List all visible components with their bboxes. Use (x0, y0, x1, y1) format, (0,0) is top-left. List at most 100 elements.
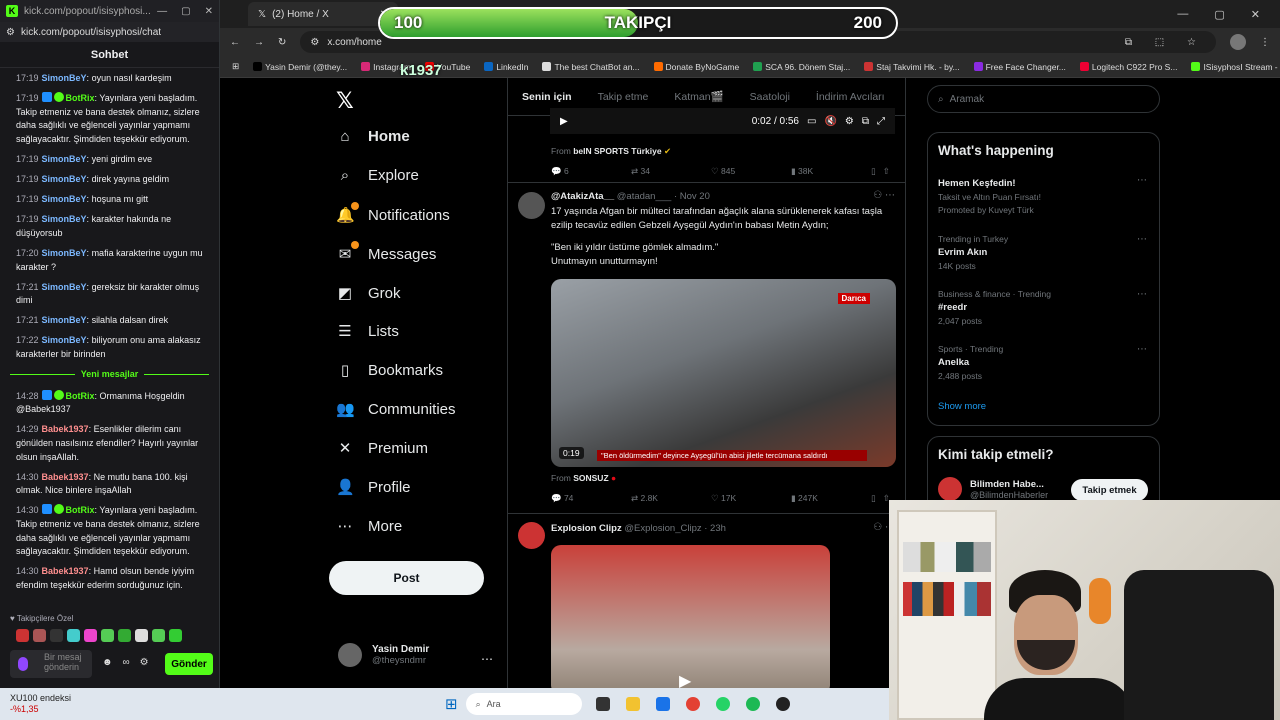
views-icon[interactable]: ▮ 247K (791, 493, 871, 504)
timeline-tab[interactable]: İndirim Avcıları (816, 91, 885, 103)
gear-icon[interactable]: ⚙ (140, 657, 149, 668)
more-dots-icon[interactable]: ⋯ (481, 652, 493, 666)
nav-premium[interactable]: ✕ Premium (336, 439, 428, 458)
store-icon[interactable] (655, 697, 670, 711)
more-dots-icon[interactable]: ⋯ (1137, 289, 1147, 300)
timeline-tab[interactable]: Katman🎬 (674, 90, 723, 103)
like-icon[interactable]: ♡ 17K (711, 493, 791, 504)
search-input[interactable]: ⌕ Aramak (927, 85, 1160, 113)
taskbar-search[interactable]: ⌕ Ara (465, 693, 582, 715)
nav-lists[interactable]: ☰ Lists (336, 322, 399, 341)
infinity-icon[interactable]: ∞ (123, 657, 130, 668)
views-icon[interactable]: ▮ 38K (791, 166, 871, 177)
nav-explore[interactable]: ⌕ Explore (336, 167, 419, 184)
tweet-actions[interactable]: 💬 6 ⇄ 34 ♡ 845 ▮ 38K ▯ ⇧ (551, 166, 890, 177)
windows-start-icon[interactable]: ⊞ (445, 695, 458, 713)
reply-icon[interactable]: 💬 6 (551, 166, 631, 177)
more-dots-icon[interactable]: ⋯ (1137, 175, 1147, 186)
profile-icon[interactable] (1230, 34, 1246, 50)
mute-icon[interactable]: 🔇 (824, 116, 836, 127)
captions-icon[interactable]: ▭ (807, 116, 816, 127)
bookmark-item[interactable]: SCA 96. Dönem Staj... (753, 61, 850, 72)
window-controls[interactable]: — ▢ ✕ (157, 6, 213, 17)
stock-ticker[interactable]: XU100 endeksi -%1,35 (10, 693, 100, 715)
whatsapp-icon[interactable] (715, 697, 730, 711)
spotify-icon[interactable] (745, 697, 760, 711)
message-user[interactable]: Babek1937 (42, 472, 89, 482)
trend-item[interactable]: Business & finance · Trending #reedr 2,047… (938, 289, 1151, 326)
message-user[interactable]: SimonBeY (42, 214, 87, 224)
nav-profile[interactable]: 👤 Profile (336, 478, 411, 497)
repost-icon[interactable]: ⇄ 2.8K (631, 493, 711, 504)
browser-window-controls[interactable]: — ▢ ✕ (1177, 8, 1260, 21)
video-controls[interactable]: ▶ 0:02 / 0:56 ▭ 🔇 ⚙ ⧉ ⤢ (550, 108, 895, 134)
nav-communities[interactable]: 👥 Communities (336, 400, 456, 419)
follow-button[interactable]: Takip etmek (1071, 479, 1148, 501)
pip-icon[interactable]: ⧉ (862, 116, 869, 127)
message-user[interactable]: Babek1937 (42, 566, 89, 576)
bookmark-share-icon[interactable]: ▯ ⇧ (871, 166, 890, 177)
trend-item[interactable]: Trending in Turkey Evrim Akın 14K posts ⋯ (938, 234, 1151, 271)
message-user[interactable]: BotRix (66, 93, 95, 103)
settings-icon[interactable]: ⚙ (6, 27, 15, 38)
play-icon[interactable]: ▶ (560, 116, 568, 127)
forward-icon[interactable]: → (254, 37, 264, 48)
play-icon[interactable]: ▶ (679, 671, 691, 688)
more-dots-icon[interactable]: ⋯ (1137, 234, 1147, 245)
grok-more-icon[interactable]: ⚇ ⋯ (873, 190, 895, 201)
x-logo-icon[interactable]: 𝕏 (336, 88, 354, 114)
tweet-video[interactable]: Darıca "Ben öldürmedim" deyince Ayşegül'… (551, 279, 896, 467)
account-switcher[interactable]: Yasin Demir @theysndmr (338, 643, 429, 667)
nav-messages[interactable]: ✉ Messages (336, 241, 436, 263)
chat-tools[interactable]: ☻ ∞ ⚙ (102, 657, 149, 668)
bookmark-item[interactable]: Yasin Demir (@they... (253, 61, 347, 72)
nav-more[interactable]: ⋯ More (336, 517, 403, 536)
emoji-icon[interactable]: ☻ (102, 657, 113, 668)
chat-address-bar[interactable]: ⚙ kick.com/popout/isisyphosi/chat (0, 22, 219, 42)
file-explorer-icon[interactable] (625, 697, 640, 711)
emote-row[interactable] (16, 629, 182, 642)
repost-icon[interactable]: ⇄ 34 (631, 166, 711, 177)
message-user[interactable]: Babek1937 (42, 424, 89, 434)
bookmark-item[interactable]: Donate ByNoGame (653, 61, 739, 72)
address-actions[interactable]: ⧉ ⬚ ☆ (1125, 37, 1206, 48)
browser-tab[interactable]: 𝕏 (2) Home / X ✕ (248, 2, 398, 26)
bookmark-item[interactable]: LinkedIn (484, 61, 528, 72)
more-dots-icon[interactable]: ⋯ (1137, 344, 1147, 355)
obs-icon[interactable] (775, 697, 790, 711)
message-user[interactable]: SimonBeY (42, 335, 87, 345)
site-info-icon[interactable]: ⚙ (310, 37, 319, 48)
menu-icon[interactable]: ⋮ (1260, 37, 1270, 48)
timeline-tab[interactable]: Takip etme (598, 91, 649, 103)
send-button[interactable]: Gönder (165, 653, 213, 675)
trend-item[interactable]: Hemen Keşfedin! Taksit ve Altın Puan Fırs… (938, 175, 1151, 215)
message-user[interactable]: SimonBeY (42, 248, 87, 258)
bookmark-item[interactable]: ISisyphosI Stream - ... (1191, 61, 1280, 72)
tweet-video[interactable]: ▶ (551, 545, 830, 688)
bookmark-item[interactable]: Free Face Changer... (973, 61, 1066, 72)
message-user[interactable]: SimonBeY (42, 174, 87, 184)
back-icon[interactable]: ← (230, 37, 240, 48)
message-user[interactable]: BotRix (66, 391, 95, 401)
bookmark-share-icon[interactable]: ▯ ⇧ (871, 493, 890, 504)
mic-icon[interactable] (18, 657, 28, 671)
message-user[interactable]: SimonBeY (42, 154, 87, 164)
bookmark-item[interactable]: Staj Takvimi Hk. - by... (864, 61, 960, 72)
chat-input[interactable]: Bir mesaj gönderin (10, 650, 92, 678)
message-user[interactable]: SimonBeY (42, 282, 87, 292)
show-more-link[interactable]: Show more (938, 401, 986, 412)
reload-icon[interactable]: ↻ (278, 37, 286, 48)
nav-bookmarks[interactable]: ▯ Bookmarks (336, 361, 443, 380)
fullscreen-icon[interactable]: ⤢ (877, 116, 885, 127)
suggested-account[interactable]: Bilimden Habe... @BilimdenHaberler (938, 477, 1048, 501)
nav-notifications[interactable]: 🔔 Notifications (336, 202, 450, 224)
message-user[interactable]: SimonBeY (42, 194, 87, 204)
apps-icon[interactable]: ⊞ (232, 61, 239, 72)
tweet-actions[interactable]: 💬 74 ⇄ 2.8K ♡ 17K ▮ 247K ▯ ⇧ (551, 493, 890, 504)
timeline-tab[interactable]: Saatoloji (750, 91, 790, 103)
settings-icon[interactable]: ⚙ (845, 116, 854, 127)
like-icon[interactable]: ♡ 845 (711, 166, 791, 177)
reply-icon[interactable]: 💬 74 (551, 493, 631, 504)
post-button[interactable]: Post (329, 561, 484, 595)
nav-grok[interactable]: ◩ Grok (336, 284, 401, 303)
